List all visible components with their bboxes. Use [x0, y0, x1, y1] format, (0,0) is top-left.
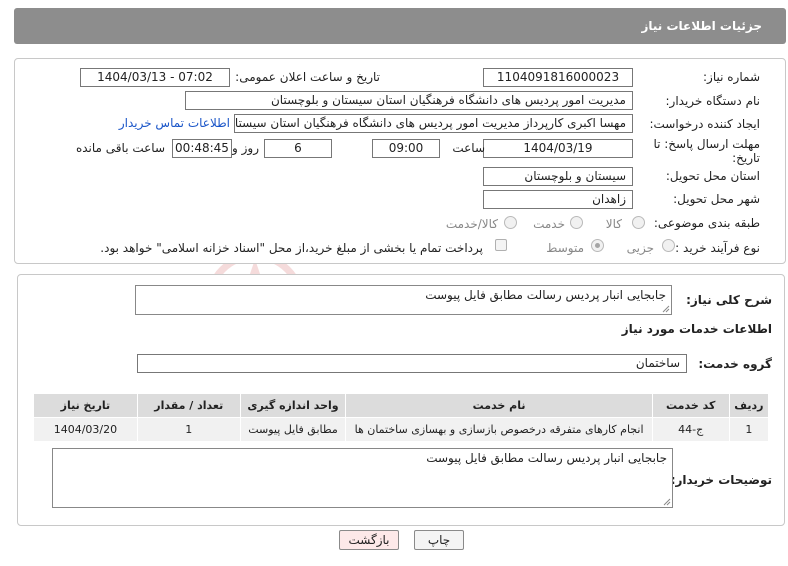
purchase-type-radio-minor[interactable] [662, 239, 675, 252]
category-option-goods: کالا [605, 217, 622, 231]
resize-grip-icon[interactable] [662, 305, 670, 313]
days-label: روز و [232, 141, 259, 155]
requester-label: ایجاد کننده درخواست: [649, 117, 760, 131]
buyer-contact-link[interactable]: اطلاعات تماس خریدار [119, 116, 230, 130]
page-title: جزئیات اطلاعات نیاز [641, 19, 762, 33]
category-radio-goods[interactable] [632, 216, 645, 229]
service-group-field: ساختمان [137, 354, 687, 373]
cell-quantity: 1 [136, 417, 241, 442]
deadline-label: مهلت ارسال پاسخ: تا [653, 137, 760, 151]
buyer-org-label: نام دستگاه خریدار: [665, 94, 761, 108]
deadline-date-field: 1404/03/19 [483, 139, 633, 158]
col-header-service-name: نام خدمت [345, 393, 653, 418]
col-header-row-number: ردیف [728, 393, 770, 418]
deadline-label-date: تاریخ: [732, 151, 760, 165]
cell-row-number: 1 [728, 417, 770, 442]
city-label: شهر محل تحویل: [673, 192, 760, 206]
col-header-service-code: کد خدمت [651, 393, 730, 418]
buyer-notes-text: جابجایی انبار پردیس رسالت مطابق فایل پیو… [426, 451, 667, 465]
need-number-label: شماره نیاز: [703, 70, 760, 84]
announce-datetime-label: تاریخ و ساعت اعلان عمومی: [235, 70, 380, 84]
print-button[interactable]: چاپ [414, 530, 464, 550]
col-header-unit: واحد اندازه گیری [239, 393, 347, 418]
treasury-payment-note: پرداخت تمام یا بخشی از مبلغ خرید،از محل … [100, 241, 483, 255]
cell-service-code: ج-44 [651, 417, 730, 442]
cell-unit: مطابق فایل پیوست [239, 417, 347, 442]
purchase-type-label: نوع فرآیند خرید : [675, 241, 760, 255]
category-option-service: خدمت [533, 217, 565, 231]
treasury-payment-checkbox[interactable] [495, 239, 507, 251]
need-details-panel [14, 58, 786, 264]
back-button[interactable]: بازگشت [339, 530, 399, 550]
requester-field: مهسا اکبری کارپرداز مدیریت امور پردیس ها… [234, 114, 633, 133]
resize-grip-icon[interactable] [663, 498, 671, 506]
purchase-type-option-minor: جزیی [626, 241, 654, 255]
summary-label: شرح کلی نیاز: [686, 293, 772, 307]
category-radio-goods-service[interactable] [504, 216, 517, 229]
services-section-title: اطلاعات خدمات مورد نیاز [621, 322, 772, 336]
province-field: سیستان و بلوچستان [483, 167, 633, 186]
city-field: زاهدان [483, 190, 633, 209]
service-group-label: گروه خدمت: [698, 357, 772, 371]
deadline-time-field: 09:00 [372, 139, 440, 158]
summary-textarea: جابجایی انبار پردیس رسالت مطابق فایل پیو… [135, 285, 672, 315]
buyer-org-field: مدیریت امور پردیس های دانشگاه فرهنگیان ا… [185, 91, 633, 110]
remaining-time-label: ساعت باقی مانده [75, 141, 165, 155]
need-number-field: 1104091816000023 [483, 68, 633, 87]
category-radio-service[interactable] [570, 216, 583, 229]
table-header-row: ردیف کد خدمت نام خدمت واحد اندازه گیری ت… [33, 393, 770, 418]
deadline-time-label: ساعت [452, 141, 485, 155]
province-label: استان محل تحویل: [665, 169, 760, 183]
buyer-notes-textarea: جابجایی انبار پردیس رسالت مطابق فایل پیو… [52, 448, 673, 508]
category-label: طبقه بندی موضوعی: [653, 216, 760, 230]
summary-text: جابجایی انبار پردیس رسالت مطابق فایل پیو… [425, 288, 666, 302]
col-header-need-date: تاریخ نیاز [33, 393, 138, 418]
col-header-quantity: تعداد / مقدار [136, 393, 241, 418]
remaining-time-field: 00:48:45 [172, 139, 232, 158]
table-row: 1 ج-44 انجام کارهای متفرقه درخصوص بازساز… [33, 417, 770, 442]
buyer-notes-label: توضیحات خریدار: [670, 473, 772, 487]
category-option-goods-service: کالا/خدمت [445, 217, 498, 231]
announce-datetime-field: 1404/03/13 - 07:02 [80, 68, 230, 87]
days-field: 6 [264, 139, 332, 158]
purchase-type-option-medium: متوسط [546, 241, 584, 255]
purchase-type-radio-medium[interactable] [591, 239, 604, 252]
services-table: ردیف کد خدمت نام خدمت واحد اندازه گیری ت… [33, 393, 770, 442]
cell-need-date: 1404/03/20 [33, 417, 138, 442]
cell-service-name: انجام کارهای متفرقه درخصوص بازسازی و بهس… [345, 417, 653, 442]
